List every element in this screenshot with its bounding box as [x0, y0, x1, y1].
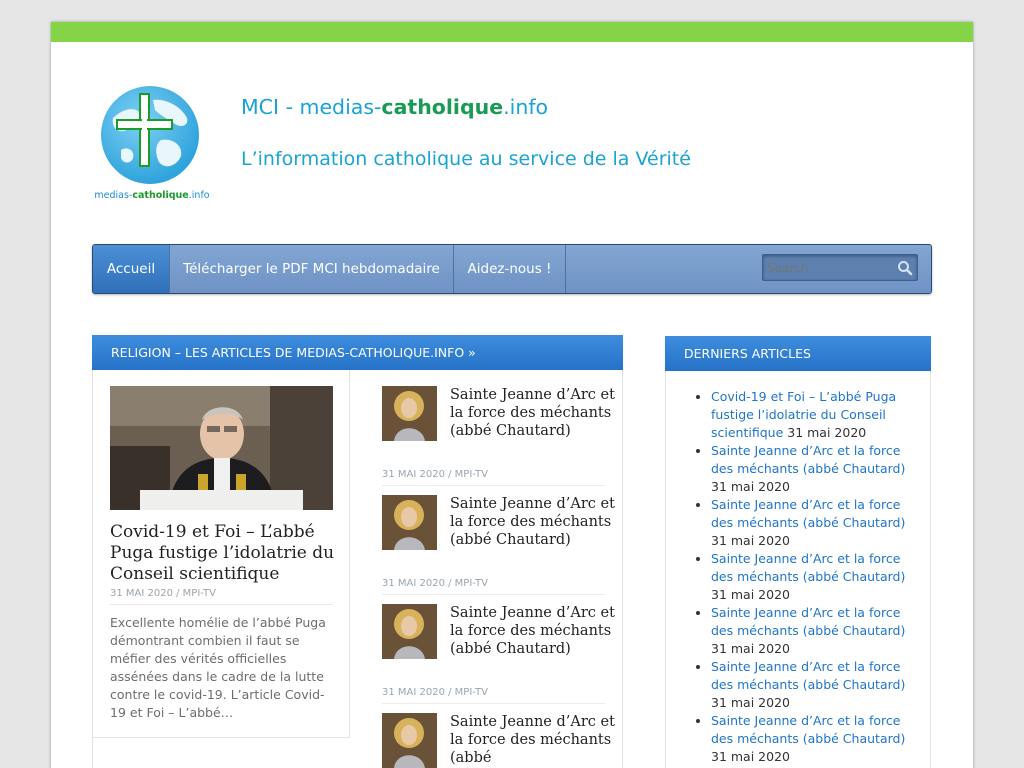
site-logo[interactable]: medias-catholique.info: [91, 80, 213, 206]
search-input[interactable]: [767, 258, 893, 277]
globe-cross-icon: [101, 86, 199, 184]
latest-article-date: 31 mai 2020: [711, 587, 790, 602]
article-grid: Covid-19 et Foi – L’abbé Puga fustige l’…: [92, 370, 623, 768]
article-meta: 31 MAI 2020 / MPI-TV: [382, 578, 488, 589]
latest-article-date: 31 mai 2020: [711, 749, 790, 764]
article-thumbnail[interactable]: [382, 604, 437, 659]
search-icon[interactable]: [897, 260, 913, 276]
article-meta: 31 MAI 2020 / MPI-TV: [382, 469, 488, 480]
latest-article-date: 31 mai 2020: [711, 695, 790, 710]
top-accent-bar: [51, 22, 973, 42]
article-thumbnail[interactable]: [382, 713, 437, 768]
article-title[interactable]: Sainte Jeanne d’Arc et la force des méch…: [450, 386, 615, 440]
latest-article-date: 31 mai 2020: [711, 641, 790, 656]
latest-article-link[interactable]: Sainte Jeanne d’Arc et la force des méch…: [711, 497, 905, 530]
featured-article-title[interactable]: Covid-19 et Foi – L’abbé Puga fustige l’…: [110, 522, 335, 585]
article-title[interactable]: Sainte Jeanne d’Arc et la force des méch…: [450, 713, 615, 767]
page: medias-catholique.info MCI - medias-cath…: [51, 22, 973, 768]
article-meta: 31 MAI 2020 / MPI-TV: [382, 687, 488, 698]
featured-article-meta: 31 MAI 2020 / MPI-TV: [110, 588, 216, 599]
nav-item-help-us[interactable]: Aidez-nous !: [454, 245, 566, 293]
site-tagline: L’information catholique au service de l…: [241, 148, 691, 170]
list-item: Covid-19 et Foi – L’abbé Puga fustige l’…: [711, 388, 911, 442]
search-box: [762, 254, 918, 281]
article-title[interactable]: Sainte Jeanne d’Arc et la force des méch…: [450, 495, 615, 549]
latest-article-date: 31 mai 2020: [711, 479, 790, 494]
latest-article-link[interactable]: Sainte Jeanne d’Arc et la force des méch…: [711, 659, 905, 692]
latest-article-link[interactable]: Sainte Jeanne d’Arc et la force des méch…: [711, 713, 905, 746]
divider: [110, 604, 333, 605]
article-list: Sainte Jeanne d’Arc et la force des méch…: [365, 370, 623, 768]
latest-article-date: 31 mai 2020: [711, 533, 790, 548]
latest-articles-list: Covid-19 et Foi – L’abbé Puga fustige l’…: [711, 388, 911, 766]
list-item: Sainte Jeanne d’Arc et la force des méch…: [711, 604, 911, 658]
latest-article-link[interactable]: Sainte Jeanne d’Arc et la force des méch…: [711, 443, 905, 476]
logo-caption: medias-catholique.info: [94, 190, 210, 201]
list-item: Sainte Jeanne d’Arc et la force des méch…: [711, 712, 911, 766]
latest-article-date: 31 mai 2020: [787, 425, 867, 440]
divider: [382, 594, 605, 595]
section-heading-religion[interactable]: RELIGION – LES ARTICLES DE MEDIAS-CATHOL…: [92, 335, 623, 370]
latest-articles-widget: Covid-19 et Foi – L’abbé Puga fustige l’…: [665, 371, 931, 768]
sidebar-heading-latest: DERNIERS ARTICLES: [665, 336, 931, 371]
latest-article-link[interactable]: Sainte Jeanne d’Arc et la force des méch…: [711, 605, 905, 638]
article-title[interactable]: Sainte Jeanne d’Arc et la force des méch…: [450, 604, 615, 658]
list-item: Sainte Jeanne d’Arc et la force des méch…: [711, 496, 911, 550]
article-thumbnail[interactable]: [382, 495, 437, 550]
list-item: Sainte Jeanne d’Arc et la force des méch…: [711, 658, 911, 712]
nav-item-home[interactable]: Accueil: [93, 245, 170, 293]
latest-article-link[interactable]: Sainte Jeanne d’Arc et la force des méch…: [711, 551, 905, 584]
featured-article-image[interactable]: [110, 386, 333, 510]
list-item: Sainte Jeanne d’Arc et la force des méch…: [711, 550, 911, 604]
divider: [382, 703, 605, 704]
main-nav: Accueil Télécharger le PDF MCI hebdomada…: [92, 244, 932, 294]
divider: [382, 485, 605, 486]
featured-article-excerpt: Excellente homélie de l’abbé Puga démont…: [110, 615, 326, 720]
featured-article: Covid-19 et Foi – L’abbé Puga fustige l’…: [93, 370, 350, 738]
article-thumbnail[interactable]: [382, 386, 437, 441]
site-title[interactable]: MCI - medias-catholique.info: [241, 95, 548, 119]
nav-item-download-pdf[interactable]: Télécharger le PDF MCI hebdomadaire: [170, 245, 454, 293]
list-item: Sainte Jeanne d’Arc et la force des méch…: [711, 442, 911, 496]
